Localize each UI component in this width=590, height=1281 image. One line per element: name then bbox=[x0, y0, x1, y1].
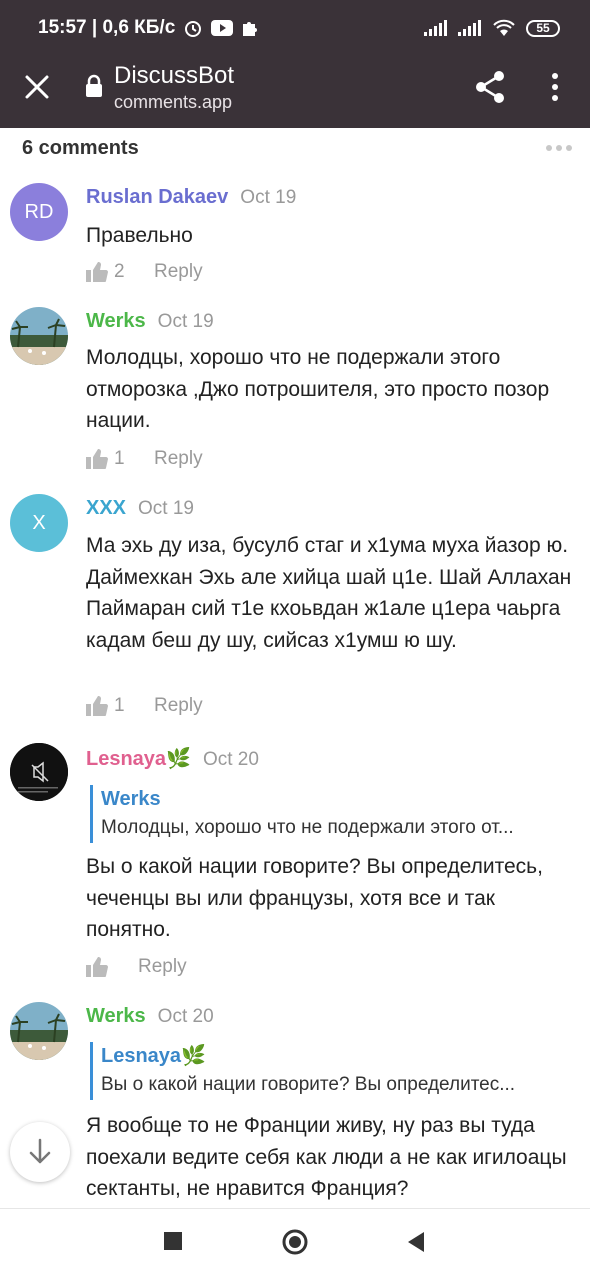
comments-header: 6 comments bbox=[22, 133, 572, 163]
comment-text: Правельно bbox=[86, 224, 193, 247]
thumbs-up-icon[interactable] bbox=[86, 696, 108, 716]
page-url: comments.app bbox=[114, 92, 233, 112]
wifi-icon bbox=[493, 19, 515, 36]
recents-icon[interactable] bbox=[163, 1231, 183, 1251]
like-count: 1 bbox=[114, 695, 125, 716]
lock-icon bbox=[86, 74, 102, 97]
scroll-down-button[interactable] bbox=[10, 1122, 70, 1182]
close-icon[interactable] bbox=[22, 72, 52, 102]
reply-button[interactable]: Reply bbox=[154, 261, 203, 283]
comment-date: Oct 19 bbox=[138, 498, 195, 519]
muted-video-icon bbox=[10, 743, 68, 801]
reply-button[interactable]: Reply bbox=[154, 448, 203, 470]
more-vert-icon[interactable] bbox=[545, 70, 565, 104]
quote-text: Вы о какой нации говорите? Вы определите… bbox=[101, 1074, 516, 1095]
comment-text: Ма эхь ду иза, бусулб стаг и х1ума муха … bbox=[86, 534, 572, 652]
signal-icon bbox=[424, 20, 447, 36]
comment-text: Вы о какой нации говорите? Вы определите… bbox=[86, 855, 543, 941]
app-bar: DiscussBot comments.app bbox=[0, 56, 590, 128]
comment-date: Oct 20 bbox=[202, 749, 259, 770]
puzzle-icon bbox=[243, 22, 258, 36]
comment-item: Werks Oct 20 Lesnaya🌿 Вы о какой нации г… bbox=[0, 1002, 590, 1208]
battery-indicator: 55 bbox=[526, 19, 560, 37]
thumbs-up-icon[interactable] bbox=[86, 957, 108, 977]
quote-author: Lesnaya🌿 bbox=[101, 1045, 206, 1067]
like-count: 1 bbox=[114, 448, 125, 469]
comment-date: Oct 20 bbox=[157, 1006, 214, 1027]
alarm-icon bbox=[185, 21, 202, 37]
status-time: 15:57 | 0,6 КБ/с bbox=[38, 17, 176, 38]
avatar[interactable] bbox=[10, 743, 68, 801]
beach-photo-icon bbox=[10, 1002, 68, 1060]
comment-author[interactable]: Werks bbox=[86, 310, 146, 333]
like-count: 2 bbox=[114, 261, 125, 282]
comment-item: Werks Oct 19 Молодцы, хорошо что не поде… bbox=[0, 307, 590, 477]
thumbs-up-icon[interactable] bbox=[86, 262, 108, 282]
status-bar: 15:57 | 0,6 КБ/с 55 bbox=[0, 0, 590, 56]
comment-item: RD Ruslan Dakaev Oct 19 Правельно 2 Repl… bbox=[0, 183, 590, 283]
youtube-icon bbox=[211, 20, 234, 36]
avatar[interactable]: X bbox=[10, 494, 68, 552]
comments-count: 6 comments bbox=[22, 136, 139, 159]
options-icon[interactable] bbox=[546, 145, 572, 151]
comment-item: X XXX Oct 19 Ма эхь ду иза, бусулб стаг … bbox=[0, 494, 590, 724]
beach-photo-icon bbox=[10, 307, 68, 365]
reply-button[interactable]: Reply bbox=[138, 956, 187, 978]
comment-item: Lesnaya🌿 Oct 20 Werks Молодцы, хорошо чт… bbox=[0, 743, 590, 983]
quoted-comment[interactable]: Werks Молодцы, хорошо что не подержали э… bbox=[90, 785, 570, 843]
quote-text: Молодцы, хорошо что не подержали этого о… bbox=[101, 817, 514, 838]
back-icon[interactable] bbox=[406, 1231, 426, 1253]
reply-button[interactable]: Reply bbox=[154, 695, 203, 717]
comment-author[interactable]: Ruslan Dakaev bbox=[86, 186, 228, 209]
share-icon[interactable] bbox=[474, 70, 506, 104]
quote-author: Werks bbox=[101, 788, 161, 810]
comment-text: Я вообще то не Франции живу, ну раз вы т… bbox=[86, 1114, 567, 1200]
comment-text: Молодцы, хорошо что не подержали этого о… bbox=[86, 346, 550, 432]
avatar[interactable]: RD bbox=[10, 183, 68, 241]
avatar[interactable] bbox=[10, 1002, 68, 1060]
comment-date: Oct 19 bbox=[240, 187, 297, 208]
quoted-comment[interactable]: Lesnaya🌿 Вы о какой нации говорите? Вы о… bbox=[90, 1042, 570, 1100]
page-title: DiscussBot bbox=[114, 62, 235, 89]
signal-roaming-icon bbox=[458, 20, 481, 36]
comment-author[interactable]: Lesnaya🌿 bbox=[86, 746, 191, 771]
comment-date: Oct 19 bbox=[157, 311, 214, 332]
home-icon[interactable] bbox=[282, 1229, 308, 1255]
avatar[interactable] bbox=[10, 307, 68, 365]
comment-author[interactable]: XXX bbox=[86, 497, 126, 520]
arrow-down-icon bbox=[29, 1138, 51, 1164]
system-nav-bar bbox=[0, 1208, 590, 1281]
thumbs-up-icon[interactable] bbox=[86, 449, 108, 469]
comment-author[interactable]: Werks bbox=[86, 1005, 146, 1028]
